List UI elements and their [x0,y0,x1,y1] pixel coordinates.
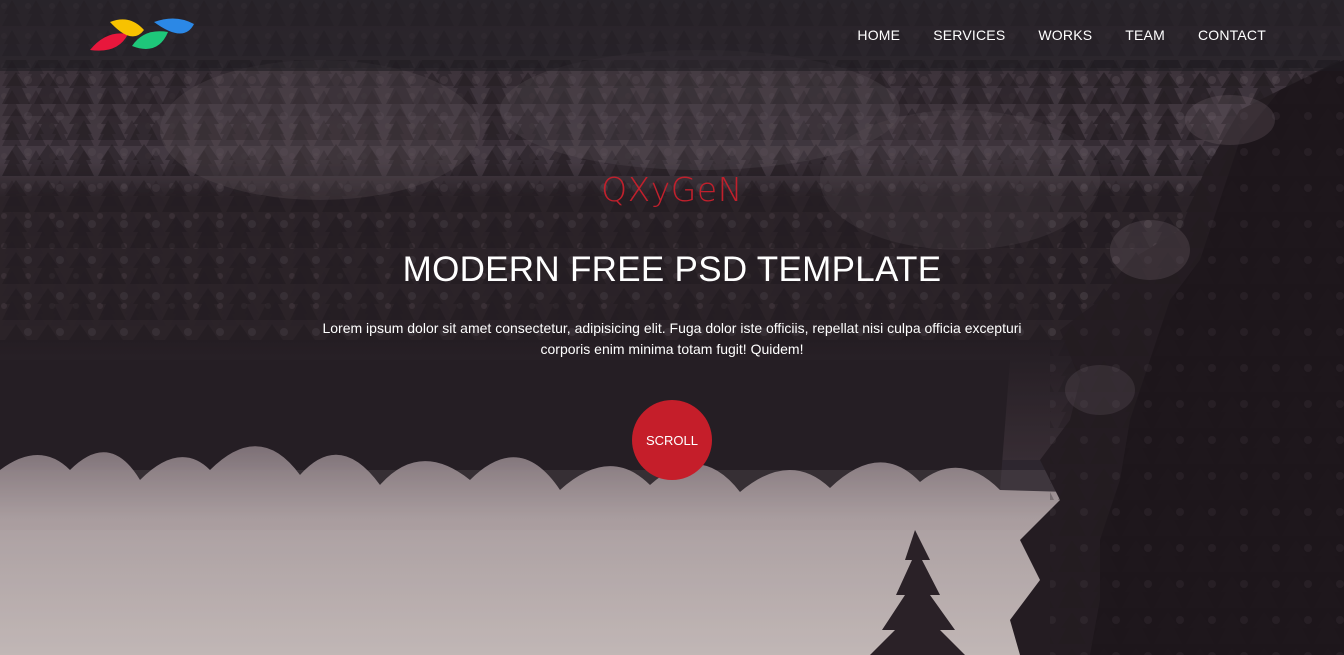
nav-link-works[interactable]: WORKS [1038,27,1092,43]
nav-item-services: SERVICES [933,27,1005,45]
main-nav: HOME SERVICES WORKS TEAM CONTACT [824,0,1266,71]
nav-link-team[interactable]: TEAM [1125,27,1165,43]
hero-subtext: Lorem ipsum dolor sit amet consectetur, … [322,320,1022,357]
nav-item-team: TEAM [1125,27,1165,45]
top-navbar: HOME SERVICES WORKS TEAM CONTACT [0,0,1344,71]
hero-headline: MODERN FREE PSD TEMPLATE [402,250,942,289]
nav-link-services[interactable]: SERVICES [933,27,1005,43]
nav-item-contact: CONTACT [1198,27,1266,45]
nav-item-works: WORKS [1038,27,1092,45]
hero-section: HOME SERVICES WORKS TEAM CONTACT QXyGeN … [0,0,1344,655]
nav-item-home: HOME [857,27,900,45]
nav-link-contact[interactable]: CONTACT [1198,27,1266,43]
colorful-leaves-logo-icon[interactable] [88,16,196,58]
scroll-button[interactable]: SCROLL [632,400,712,480]
nav-link-home[interactable]: HOME [857,27,900,43]
brand-name: QXyGeN [601,170,743,209]
